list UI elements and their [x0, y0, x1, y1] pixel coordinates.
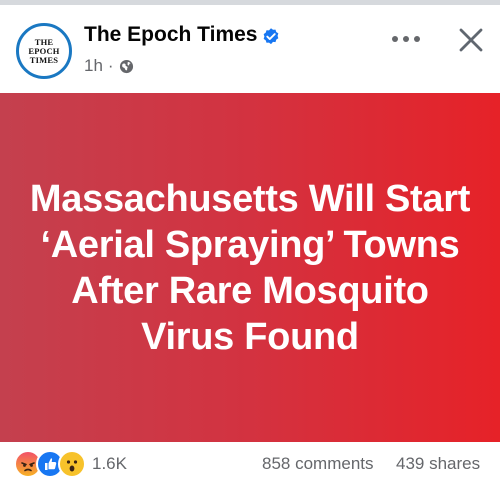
verified-badge-icon [263, 28, 279, 45]
engagement-bar: 1.6K 858 comments 439 shares [0, 442, 500, 495]
globe-icon [119, 59, 133, 73]
shares-count-link[interactable]: 439 shares [396, 454, 480, 474]
avatar-text-line: TIMES [29, 54, 59, 65]
reactions-summary[interactable]: 1.6K [14, 450, 127, 478]
more-options-button[interactable] [388, 24, 424, 54]
post-meta: 1h · [84, 56, 134, 76]
reaction-count: 1.6K [92, 454, 127, 473]
page-name-link[interactable]: The Epoch Times [84, 23, 258, 47]
close-icon [459, 28, 483, 52]
avatar[interactable]: THE EPOCH TIMES [16, 23, 72, 79]
close-button[interactable] [451, 20, 491, 60]
comments-count-link[interactable]: 858 comments [262, 454, 374, 474]
wow-reaction-icon [58, 450, 86, 478]
post-image[interactable]: Massachusetts Will Start ‘Aerial Sprayin… [0, 93, 500, 442]
image-headline: Massachusetts Will Start ‘Aerial Sprayin… [29, 177, 471, 358]
post-timestamp[interactable]: 1h [84, 56, 103, 76]
meta-separator: · [107, 56, 114, 75]
post-header: THE EPOCH TIMES The Epoch Times 1h · [0, 5, 500, 93]
more-horizontal-icon [392, 36, 420, 42]
